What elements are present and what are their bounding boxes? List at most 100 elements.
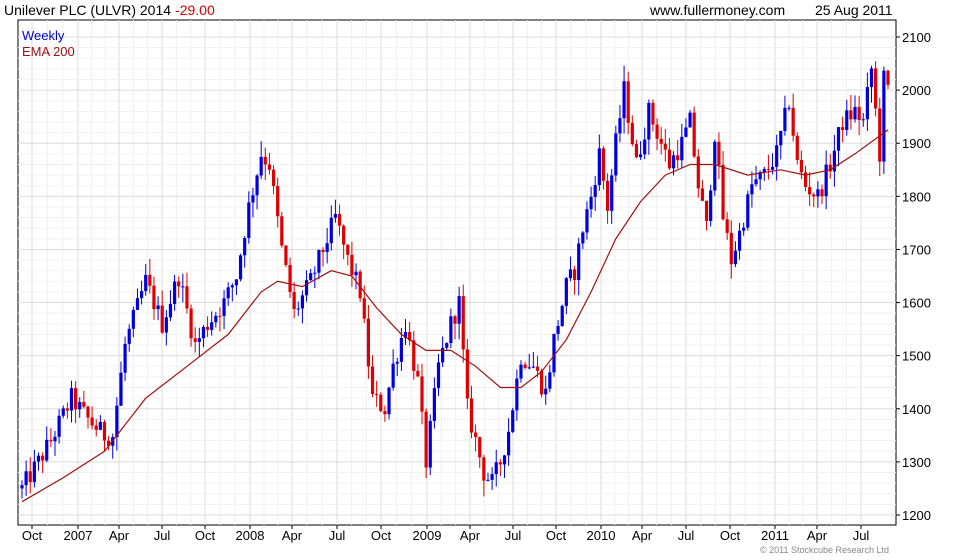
price-bar xyxy=(90,417,94,426)
price-bar xyxy=(696,156,700,189)
price-bar xyxy=(412,340,416,371)
price-bar xyxy=(597,148,601,186)
price-bar xyxy=(156,305,160,310)
price-bar xyxy=(552,333,556,373)
price-bar xyxy=(779,130,783,146)
y-tick-label: 1900 xyxy=(902,136,931,151)
price-bar xyxy=(164,317,168,333)
price-bar xyxy=(280,216,284,246)
price-bar xyxy=(321,249,325,253)
price-bar xyxy=(333,213,338,218)
price-bar xyxy=(135,298,140,310)
price-bar xyxy=(671,155,676,169)
price-bar xyxy=(857,106,861,120)
price-bar xyxy=(74,388,78,410)
price-bar xyxy=(160,305,164,333)
price-bar xyxy=(486,479,490,481)
x-tick-label: Apr xyxy=(632,528,653,543)
price-bar xyxy=(704,200,709,221)
price-bar xyxy=(177,281,181,287)
price-bar xyxy=(725,219,729,233)
price-bar xyxy=(350,254,354,276)
x-tick-label: Jul xyxy=(853,528,870,543)
price-bar xyxy=(61,408,65,416)
price-bar xyxy=(428,420,432,468)
price-bar xyxy=(750,184,754,195)
price-bar xyxy=(337,213,342,226)
price-bar xyxy=(41,455,45,461)
y-tick-label: 2000 xyxy=(902,83,931,98)
price-bar xyxy=(622,81,626,119)
price-bar xyxy=(515,378,519,411)
price-bar xyxy=(300,295,305,309)
price-bar xyxy=(709,190,713,221)
price-bar xyxy=(469,398,474,433)
price-bar xyxy=(201,327,206,339)
price-bar xyxy=(663,143,667,150)
x-axis: Oct 2007 Apr Jul Oct 2008 Apr Jul Oct 2009 Apr Jul O… xyxy=(22,525,870,543)
price-bar xyxy=(259,156,263,176)
price-bar xyxy=(791,107,795,136)
price-bar xyxy=(585,209,589,233)
price-bar xyxy=(115,405,119,438)
price-bar xyxy=(214,315,218,323)
price-bar xyxy=(53,436,57,442)
price-bar xyxy=(383,411,387,415)
price-bar xyxy=(148,274,152,286)
price-bar xyxy=(519,364,523,379)
price-bar xyxy=(478,437,482,458)
price-bar xyxy=(680,136,684,161)
price-bar xyxy=(375,393,379,395)
y-tick-label: 1500 xyxy=(902,349,931,364)
y-tick-label: 2100 xyxy=(902,30,931,45)
price-bar xyxy=(490,474,494,480)
x-tick-label: Apr xyxy=(807,528,828,543)
price-bar xyxy=(651,102,655,125)
price-bar xyxy=(820,189,824,197)
price-bar xyxy=(234,279,239,286)
price-bar xyxy=(284,245,288,265)
price-bar xyxy=(498,462,502,465)
price-bar xyxy=(65,408,69,411)
price-bar xyxy=(659,138,663,144)
price-bar xyxy=(247,202,251,239)
price-bar xyxy=(276,186,280,217)
price-bar xyxy=(816,189,820,197)
price-bar xyxy=(502,455,507,465)
x-tick-label: 2007 xyxy=(64,528,93,543)
x-tick-label: Apr xyxy=(109,528,130,543)
price-bar xyxy=(172,281,177,304)
price-bar xyxy=(746,194,750,228)
price-bar xyxy=(399,337,403,362)
price-bar xyxy=(370,366,375,394)
price-bar xyxy=(548,372,552,389)
price-bar xyxy=(193,338,197,342)
price-bar xyxy=(783,107,787,131)
price-bar xyxy=(387,387,391,415)
y-tick-label: 1200 xyxy=(902,508,931,523)
price-bar xyxy=(102,421,107,441)
price-bar xyxy=(309,273,313,281)
price-bar xyxy=(564,278,568,306)
price-bar xyxy=(836,127,841,151)
price-bar xyxy=(527,367,531,369)
price-bar xyxy=(688,112,692,128)
price-bar xyxy=(540,370,544,395)
x-tick-label: Oct xyxy=(720,528,741,543)
y-tick-label: 1700 xyxy=(902,242,931,257)
price-bar xyxy=(395,361,399,364)
price-bar xyxy=(601,148,606,181)
x-tick-label: Oct xyxy=(371,528,392,543)
price-bar xyxy=(684,127,688,137)
price-bar xyxy=(775,145,779,167)
price-bar xyxy=(197,338,201,342)
copyright: © 2011 Stockcube Research Ltd xyxy=(760,545,890,555)
x-tick-label: Jul xyxy=(329,528,346,543)
price-bar xyxy=(713,141,717,191)
price-bar xyxy=(869,68,874,88)
price-bar xyxy=(572,269,577,280)
y-axis: 1200 1300 1400 1500 1600 1700 1800 1900 2000 2100 xyxy=(896,30,931,523)
price-bar xyxy=(523,364,527,368)
price-bar xyxy=(556,326,560,334)
price-bar xyxy=(139,291,144,299)
